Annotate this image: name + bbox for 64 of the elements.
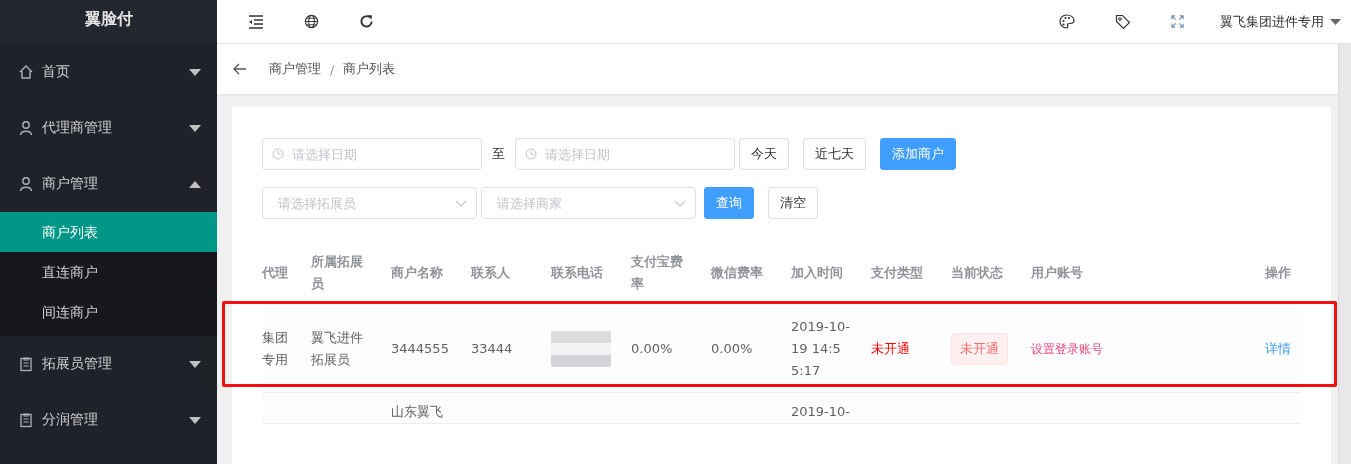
chevron-down-icon (455, 200, 467, 207)
submenu-item[interactable]: 直连商户 (0, 252, 217, 292)
breadcrumb-link[interactable]: 商户列表 (343, 60, 396, 78)
column-header: 用户账号 (1030, 264, 1084, 282)
table-cell-text: 0.00% (711, 340, 753, 358)
table-cell-text: 山东翼飞 (391, 403, 443, 421)
chevron-down-icon (674, 200, 686, 207)
button[interactable]: 今天 (739, 138, 789, 170)
table-cell-text: 33444 (471, 340, 513, 358)
globe-icon[interactable] (304, 14, 319, 29)
date-field[interactable]: 请选择日期 (515, 138, 735, 170)
table-cell-text: 0.00% (631, 340, 673, 358)
home-icon (18, 64, 34, 80)
column-header: 联系电话 (550, 264, 604, 282)
redacted-block (551, 331, 611, 367)
column-header: 所属拓展员 (310, 253, 364, 293)
set-login-link[interactable]: 设置登录账号 (1031, 338, 1103, 360)
clock-icon (525, 148, 537, 160)
table-cell-text: 3444555 (391, 340, 449, 358)
submenu-item[interactable]: 间连商户 (0, 292, 217, 332)
column-header: 代理 (262, 264, 289, 282)
menu-item[interactable]: 商户管理 (0, 156, 217, 212)
menu-item[interactable]: 分润管理 (0, 392, 217, 448)
select-field[interactable]: 请选择拓展员 (262, 187, 477, 219)
menu-fold-icon[interactable] (248, 14, 264, 29)
clipboard-icon (18, 412, 34, 428)
column-header: 支付类型 (870, 264, 924, 282)
menu-item[interactable]: 代理商管理 (0, 100, 217, 156)
table-cell-text: 集团专用 (262, 329, 289, 369)
table-cell-text: 2019-10-19 14:55:17 (791, 318, 851, 380)
clock-icon (272, 148, 284, 160)
person-icon (18, 176, 34, 192)
fullscreen-icon[interactable] (1171, 15, 1184, 28)
user-menu[interactable]: 翼飞集团进件专用 (1220, 12, 1341, 31)
range-separator: 至 (492, 145, 505, 163)
select-field[interactable]: 请选择商家 (481, 187, 696, 219)
tag-icon[interactable] (1115, 13, 1131, 30)
breadcrumb-link[interactable]: 商户管理 (269, 60, 321, 78)
caret-icon (1330, 18, 1341, 25)
refresh-icon[interactable] (359, 14, 374, 29)
table-cell-text: 2019-10- (791, 403, 850, 421)
status-tag: 未开通 (951, 333, 1008, 365)
clipboard-icon (18, 356, 34, 372)
menu-item[interactable]: 首页 (0, 44, 217, 100)
person-icon (18, 120, 34, 136)
app-logo: 翼脸付 (0, 0, 217, 44)
palette-icon[interactable] (1059, 14, 1075, 29)
column-header: 商户名称 (390, 264, 444, 282)
submenu-item[interactable]: 商户列表 (0, 212, 217, 252)
table-cell-text: 翼飞进件拓展员 (311, 329, 364, 369)
scrollbar[interactable] (1338, 44, 1351, 464)
column-header: 操作 (1264, 264, 1292, 282)
button[interactable]: 近七天 (803, 138, 866, 170)
column-header: 加入时间 (790, 264, 844, 282)
column-header: 联系人 (470, 264, 511, 282)
date-field[interactable]: 请选择日期 (262, 138, 482, 170)
column-header: 微信费率 (710, 264, 764, 282)
column-header: 支付宝费率 (630, 253, 684, 293)
breadcrumb-separator: / (330, 61, 335, 77)
column-header: 当前状态 (950, 264, 1004, 282)
payment-type-text: 未开通 (871, 340, 910, 358)
menu-item[interactable]: 拓展员管理 (0, 336, 217, 392)
back-arrow-icon[interactable] (233, 63, 247, 75)
button[interactable]: 清空 (768, 187, 818, 219)
